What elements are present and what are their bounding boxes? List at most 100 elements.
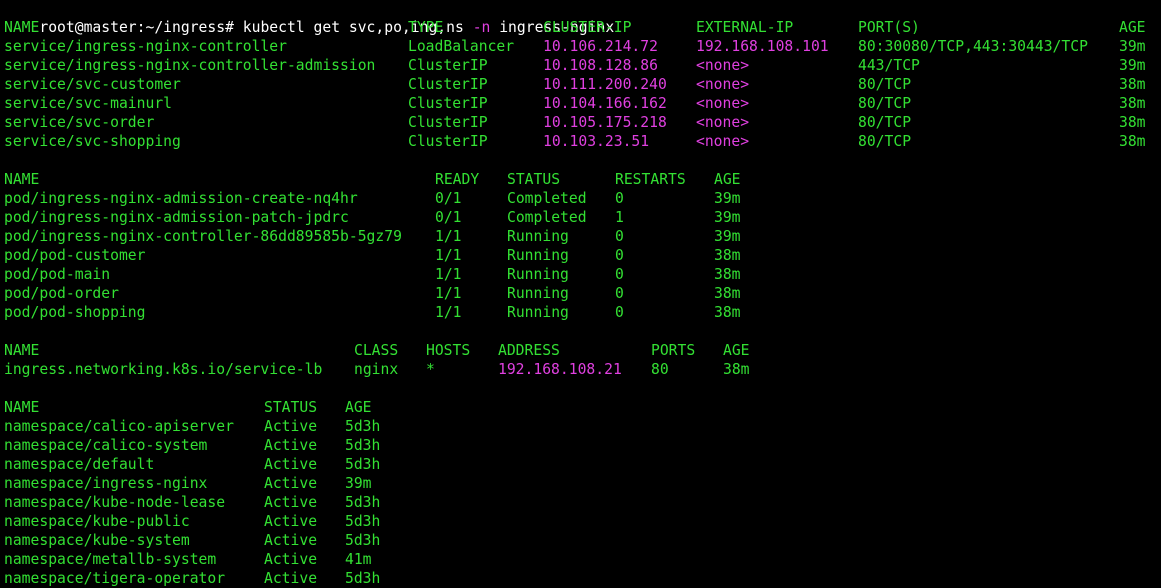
table-cell: Running bbox=[507, 304, 569, 321]
table-cell: 39m bbox=[714, 209, 741, 226]
table-cell: ClusterIP bbox=[408, 95, 488, 112]
table-cell: 39m bbox=[714, 190, 741, 207]
table-cell: 80/TCP bbox=[858, 114, 912, 131]
table-cell: service/svc-customer bbox=[4, 76, 181, 93]
table-cell: 10.111.200.240 bbox=[543, 76, 667, 93]
table-cell: LoadBalancer bbox=[408, 38, 515, 55]
table-cell: 10.105.175.218 bbox=[543, 114, 667, 131]
column-header: CLUSTER-IP bbox=[543, 19, 632, 36]
column-header: NAME bbox=[4, 399, 40, 416]
table-cell: <none> bbox=[696, 57, 750, 74]
table-cell: 10.103.23.51 bbox=[543, 133, 650, 150]
table-cell: 38m bbox=[714, 247, 741, 264]
table-cell: 0 bbox=[615, 266, 624, 283]
table-cell: Active bbox=[264, 570, 318, 587]
column-header: STATUS bbox=[264, 399, 318, 416]
table-cell: <none> bbox=[696, 114, 750, 131]
table-cell: ingress.networking.k8s.io/service-lb bbox=[4, 361, 323, 378]
column-header: NAME bbox=[4, 342, 40, 359]
table-cell: ClusterIP bbox=[408, 57, 488, 74]
table-cell: 38m bbox=[714, 266, 741, 283]
table-cell: namespace/calico-system bbox=[4, 437, 208, 454]
table-cell: 39m bbox=[1119, 38, 1146, 55]
table-cell: pod/ingress-nginx-admission-create-nq4hr bbox=[4, 190, 358, 207]
table-cell: Active bbox=[264, 418, 318, 435]
table-cell: * bbox=[426, 361, 435, 378]
table-cell: namespace/tigera-operator bbox=[4, 570, 226, 587]
table-cell: pod/ingress-nginx-controller-86dd89585b-… bbox=[4, 228, 402, 245]
table-cell: 1/1 bbox=[435, 304, 462, 321]
table-cell: Running bbox=[507, 247, 569, 264]
table-cell: <none> bbox=[696, 95, 750, 112]
table-cell: Active bbox=[264, 437, 318, 454]
table-cell: 38m bbox=[1119, 76, 1146, 93]
table-cell: 5d3h bbox=[345, 456, 381, 473]
prompt-user-host: root@master:~/ingress# bbox=[39, 19, 234, 36]
column-header: STATUS bbox=[507, 171, 561, 188]
table-cell: ClusterIP bbox=[408, 76, 488, 93]
table-cell: pod/pod-order bbox=[4, 285, 119, 302]
table-cell: 39m bbox=[345, 475, 372, 492]
column-header: TYPE bbox=[408, 19, 444, 36]
table-cell: namespace/default bbox=[4, 456, 155, 473]
table-cell: 10.104.166.162 bbox=[543, 95, 667, 112]
table-cell: 41m bbox=[345, 551, 372, 568]
table-cell: 80 bbox=[651, 361, 669, 378]
table-cell: 0/1 bbox=[435, 209, 462, 226]
table-cell: Active bbox=[264, 494, 318, 511]
table-cell: namespace/metallb-system bbox=[4, 551, 217, 568]
table-cell: pod/pod-shopping bbox=[4, 304, 146, 321]
column-header: RESTARTS bbox=[615, 171, 686, 188]
table-cell: 80/TCP bbox=[858, 76, 912, 93]
table-cell: ClusterIP bbox=[408, 133, 488, 150]
column-header: AGE bbox=[723, 342, 750, 359]
table-cell: nginx bbox=[354, 361, 399, 378]
terminal-window[interactable]: root@master:~/ingress# kubectl get svc,p… bbox=[0, 0, 1161, 588]
table-cell: namespace/ingress-nginx bbox=[4, 475, 208, 492]
column-header: AGE bbox=[714, 171, 741, 188]
table-cell: service/svc-mainurl bbox=[4, 95, 173, 112]
table-cell: Completed bbox=[507, 209, 587, 226]
column-header: HOSTS bbox=[426, 342, 471, 359]
table-cell: namespace/kube-public bbox=[4, 513, 190, 530]
column-header: CLASS bbox=[354, 342, 399, 359]
table-cell: 38m bbox=[714, 285, 741, 302]
table-cell: 10.106.214.72 bbox=[543, 38, 658, 55]
table-cell: 1/1 bbox=[435, 228, 462, 245]
table-cell: <none> bbox=[696, 76, 750, 93]
table-cell: service/ingress-nginx-controller bbox=[4, 38, 287, 55]
column-header: PORTS bbox=[651, 342, 696, 359]
table-cell: 5d3h bbox=[345, 494, 381, 511]
table-cell: 5d3h bbox=[345, 513, 381, 530]
table-cell: 443/TCP bbox=[858, 57, 920, 74]
table-cell: 38m bbox=[1119, 114, 1146, 131]
table-cell: 1/1 bbox=[435, 266, 462, 283]
column-header: AGE bbox=[345, 399, 372, 416]
table-cell: Running bbox=[507, 228, 569, 245]
table-cell: pod/ingress-nginx-admission-patch-jpdrc bbox=[4, 209, 349, 226]
table-cell: 192.168.108.101 bbox=[696, 38, 829, 55]
table-cell: Active bbox=[264, 513, 318, 530]
table-cell: 0/1 bbox=[435, 190, 462, 207]
table-cell: 1/1 bbox=[435, 247, 462, 264]
table-cell: 5d3h bbox=[345, 532, 381, 549]
table-cell: 0 bbox=[615, 190, 624, 207]
table-cell: Active bbox=[264, 532, 318, 549]
table-cell: 38m bbox=[1119, 95, 1146, 112]
column-header: READY bbox=[435, 171, 480, 188]
table-cell: 0 bbox=[615, 285, 624, 302]
column-header: PORT(S) bbox=[858, 19, 920, 36]
table-cell: pod/pod-customer bbox=[4, 247, 146, 264]
column-header: EXTERNAL-IP bbox=[696, 19, 794, 36]
table-cell: 39m bbox=[1119, 57, 1146, 74]
column-header: NAME bbox=[4, 171, 40, 188]
table-cell: 5d3h bbox=[345, 418, 381, 435]
table-cell: Active bbox=[264, 551, 318, 568]
table-cell: 5d3h bbox=[345, 437, 381, 454]
table-cell: 80/TCP bbox=[858, 95, 912, 112]
table-cell: 38m bbox=[723, 361, 750, 378]
table-cell: 39m bbox=[714, 228, 741, 245]
table-cell: Completed bbox=[507, 190, 587, 207]
table-cell: pod/pod-main bbox=[4, 266, 111, 283]
table-cell: 38m bbox=[714, 304, 741, 321]
